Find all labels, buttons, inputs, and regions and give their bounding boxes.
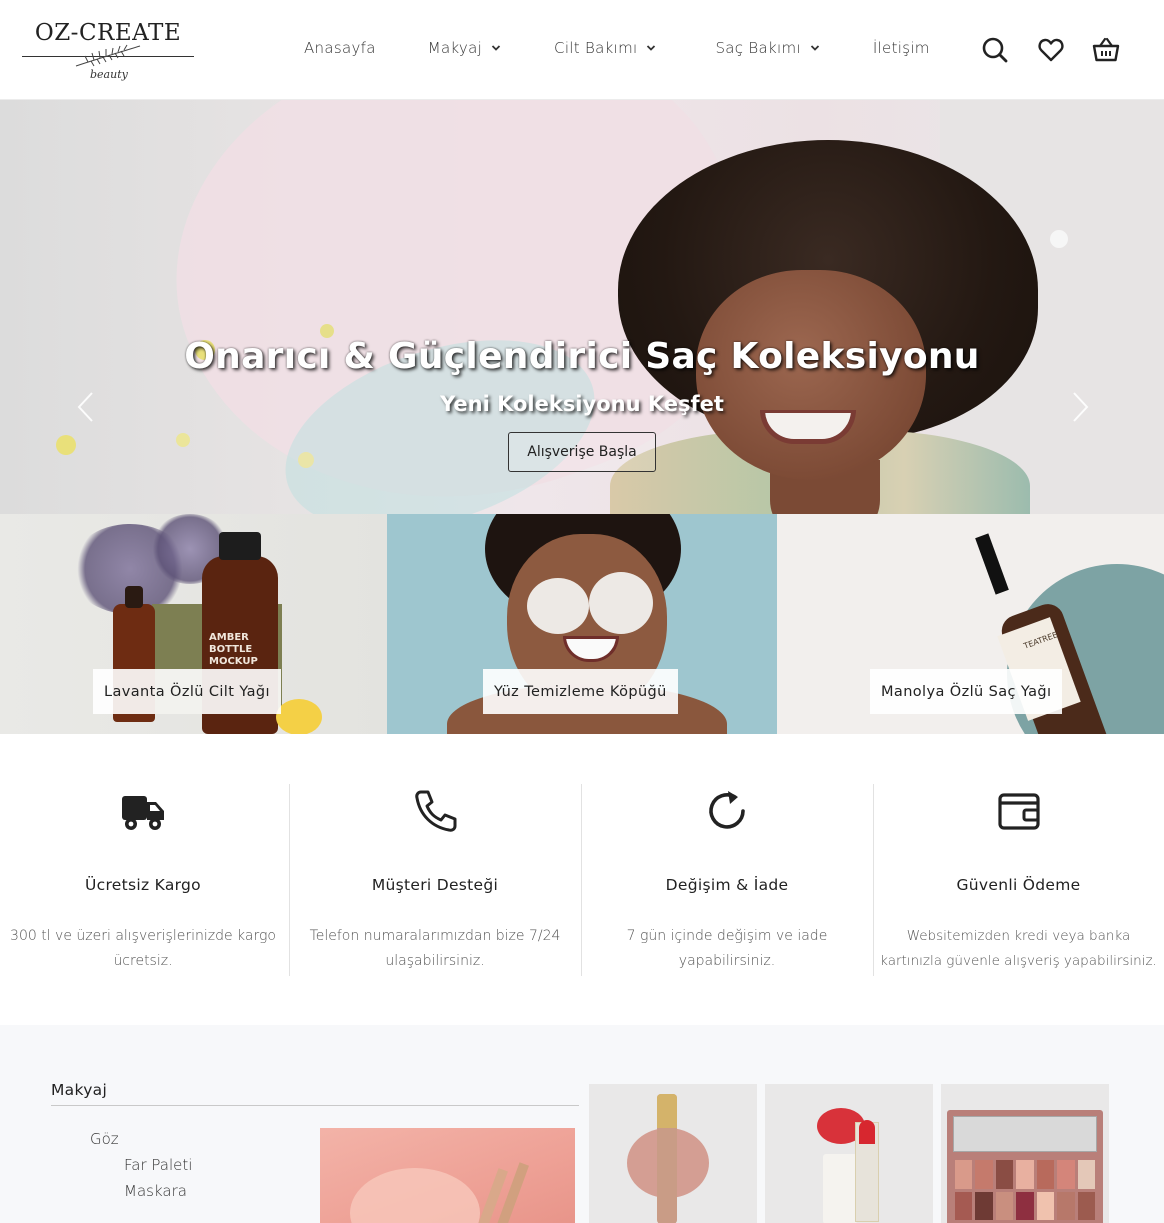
feature-title: Güvenli Ödeme (956, 876, 1081, 894)
site-header: OZ-CREATE beauty Anasayfa Makyaj Cilt Ba… (0, 0, 1164, 100)
phone-icon (415, 790, 457, 832)
dropper-cap (125, 586, 143, 608)
lipstick-bullet (859, 1120, 875, 1144)
hero-dot (176, 433, 190, 447)
nav-label: Cilt Bakımı (554, 39, 638, 57)
palette-pans (955, 1160, 1095, 1220)
feature-exchange-return: Değişim & İade 7 gün içinde değişim ve i… (581, 784, 873, 976)
chevron-down-icon (810, 45, 819, 51)
banner-label[interactable]: Manolya Özlü Saç Yağı (870, 669, 1063, 714)
banner-magnolia-hair-oil[interactable]: TEATREE Manolya Özlü Saç Yağı (777, 514, 1164, 734)
feature-title: Değişim & İade (665, 876, 789, 894)
product-card-lipstick[interactable] (765, 1084, 933, 1223)
category-link-goz[interactable]: Göz (90, 1130, 119, 1148)
truck-icon (122, 796, 164, 830)
feature-desc-line: ulaşabilirsiniz. (385, 953, 485, 969)
leaf-icon (75, 44, 141, 67)
feature-secure-payment: Güvenli Ödeme Websitemizden kredi veya b… (873, 784, 1164, 976)
brand-logo[interactable]: OZ-CREATE beauty (22, 18, 194, 92)
lemon-decor (276, 699, 322, 734)
feature-desc-line: kartınızla güvenle alışveriş yapabilirsi… (880, 953, 1157, 969)
cart-icon[interactable] (1092, 36, 1120, 64)
nav-item-iletisim[interactable]: İletişim (873, 39, 930, 57)
banner-label[interactable]: Lavanta Özlü Cilt Yağı (93, 669, 281, 714)
amber-bottle-cap (219, 532, 261, 560)
feature-desc: 7 gün içinde değişim ve iade yapabilirsi… (581, 924, 873, 974)
foam-right (589, 572, 653, 634)
nav-item-cilt-bakimi[interactable]: Cilt Bakımı (554, 39, 657, 57)
main-nav: Anasayfa Makyaj Cilt Bakımı Saç Bakımı İ… (304, 36, 930, 60)
lip-gloss-cap (657, 1094, 677, 1128)
feature-title: Müşteri Desteği (371, 876, 499, 894)
category-link-maskara[interactable]: Maskara (124, 1182, 187, 1200)
feature-desc-line: 7 gün içinde değişim ve iade (626, 928, 828, 944)
category-menu-divider (51, 1105, 579, 1106)
palette-mirror (953, 1116, 1097, 1152)
category-link-far-paleti[interactable]: Far Paleti (124, 1156, 192, 1174)
nav-item-makyaj[interactable]: Makyaj (428, 39, 502, 57)
hero-subtitle: Yeni Koleksiyonu Keşfet (440, 392, 724, 416)
hero-title: Onarıcı & Güçlendirici Saç Koleksiyonu (184, 336, 980, 377)
banner-label[interactable]: Yüz Temizleme Köpüğü (483, 669, 678, 714)
hero-dot (298, 452, 314, 468)
pump-head (975, 533, 1009, 595)
features-strip: Ücretsiz Kargo 300 tl ve üzeri alışveriş… (0, 784, 1164, 979)
nav-label: Saç Bakımı (715, 39, 801, 57)
feature-desc-line: ücretsiz. (113, 953, 173, 969)
hero-dot (1050, 230, 1068, 248)
category-menu-title[interactable]: Makyaj (51, 1081, 107, 1099)
product-card-eyeshadow-palette[interactable] (941, 1084, 1109, 1223)
search-icon[interactable] (981, 36, 1009, 64)
banner-lavender-oil[interactable]: AMBER BOTTLE MOCKUP Lavanta Özlü Cilt Ya… (0, 514, 387, 734)
feature-customer-support: Müşteri Desteği Telefon numaralarımızdan… (289, 784, 581, 976)
feature-desc-line: yapabilirsiniz. (678, 953, 776, 969)
nav-label: Anasayfa (304, 39, 376, 57)
feature-desc: Telefon numaralarımızdan bize 7/24 ulaşa… (289, 924, 581, 974)
wallet-icon (998, 793, 1040, 830)
feature-desc-line: Telefon numaralarımızdan bize 7/24 (309, 928, 561, 944)
foam-left (527, 578, 589, 634)
chevron-down-icon (647, 45, 656, 51)
banner-face-foam[interactable]: Yüz Temizleme Köpüğü (387, 514, 777, 734)
promo-decor (350, 1168, 480, 1223)
chevron-down-icon (491, 45, 501, 51)
feature-desc-line: 300 tl ve üzeri alışverişlerinizde kargo (10, 928, 276, 944)
nav-item-anasayfa[interactable]: Anasayfa (304, 39, 376, 57)
nav-label: Makyaj (427, 39, 483, 57)
logo-text: OZ-CREATE (34, 20, 182, 46)
feature-title: Ücretsiz Kargo (85, 876, 201, 894)
nav-label: İletişim (872, 39, 930, 57)
feature-desc: 300 tl ve üzeri alışverişlerinizde kargo… (0, 924, 289, 974)
hero-dot (56, 435, 76, 455)
product-card-lip-gloss[interactable] (589, 1084, 757, 1223)
category-section: Makyaj Göz Far Paleti Maskara (0, 1025, 1164, 1223)
logo-script: beauty (90, 68, 128, 81)
makeup-promo-image[interactable] (320, 1128, 575, 1223)
bottle-text: AMBER BOTTLE MOCKUP (209, 632, 258, 667)
nav-item-sac-bakimi[interactable]: Saç Bakımı (715, 39, 820, 57)
lipstick-body (823, 1154, 857, 1223)
heart-icon[interactable] (1037, 36, 1065, 64)
shop-now-button[interactable]: Alışverişe Başla (508, 432, 656, 472)
feature-free-shipping: Ücretsiz Kargo 300 tl ve üzeri alışveriş… (0, 784, 289, 976)
refresh-icon (709, 791, 745, 829)
feature-desc-line: Websitemizden kredi veya banka (906, 928, 1131, 944)
feature-desc: Websitemizden kredi veya banka kartınızl… (873, 924, 1164, 974)
